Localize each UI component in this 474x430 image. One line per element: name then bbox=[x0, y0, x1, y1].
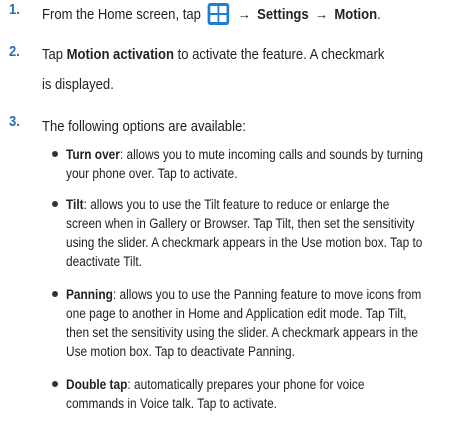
option-text: Double tap: automatically prepares your … bbox=[66, 377, 365, 411]
step-number: 1. bbox=[9, 2, 20, 18]
motion-activation-label: Motion activation bbox=[66, 47, 174, 63]
step-number: 3. bbox=[9, 114, 20, 130]
option-text: Panning: allows you to use the Panning f… bbox=[66, 287, 422, 359]
option-text: Turn over: allows you to mute incoming c… bbox=[66, 147, 424, 181]
arrow-icon: → bbox=[237, 7, 251, 23]
step-1-pre: From the Home screen, tap bbox=[42, 7, 201, 23]
document-page: 1. From the Home screen, tap → Settings … bbox=[0, 0, 474, 430]
option-text: Tilt: allows you to use the Tilt feature… bbox=[66, 197, 423, 269]
bullet bbox=[52, 151, 58, 157]
step-text: The following options are available: bbox=[42, 119, 246, 135]
settings-label: Settings bbox=[257, 7, 309, 23]
motion-label: Motion bbox=[334, 7, 378, 23]
apps-icon bbox=[207, 3, 229, 25]
step-number: 2. bbox=[9, 44, 20, 60]
step-text: From the Home screen, tap → Settings → M… bbox=[42, 2, 425, 28]
step-text: Tap Motion activation to activate the fe… bbox=[42, 47, 385, 93]
arrow-icon: → bbox=[314, 7, 329, 23]
bullet bbox=[52, 381, 58, 387]
bullet bbox=[52, 291, 58, 297]
bullet bbox=[52, 201, 58, 207]
